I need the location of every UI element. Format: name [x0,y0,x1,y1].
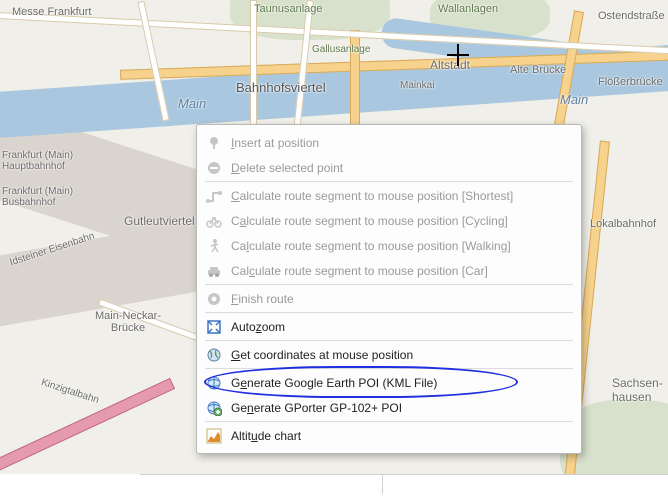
menu-item-autozoom[interactable]: Autozoom [197,314,581,339]
menu-item-label: Autozoom [231,320,571,334]
menu-item-label: Calculate route segment to mouse positio… [231,189,571,203]
globe-blue-icon [205,374,223,392]
map-label: Bahnhofsviertel [236,80,326,95]
map-label: Ostendstraße [598,10,665,22]
globe-icon [205,346,223,364]
menu-separator [205,340,573,341]
menu-item-altitude[interactable]: Altitude chart [197,423,581,448]
menu-item-label: Altitude chart [231,429,571,443]
menu-item-label: Generate Google Earth POI (KML File) [231,376,571,390]
map-label: Altstadt [430,58,470,72]
bike-icon [205,212,223,230]
map-label: Frankfurt (Main) Busbahnhof [2,186,82,208]
status-area [0,474,668,502]
menu-item-label: Calculate route segment to mouse positio… [231,214,571,228]
map-label: Sachsen-hausen [612,376,668,404]
map-label: Gutleutviertel [124,214,195,228]
menu-item-label: Delete selected point [231,161,571,175]
map-label: Main [178,96,206,111]
menu-item-gporter[interactable]: Generate GPorter GP-102+ POI [197,395,581,420]
chart-icon [205,427,223,445]
map-label: Mainkai [400,80,434,91]
menu-item-get-coords[interactable]: Get coordinates at mouse position [197,342,581,367]
menu-separator [205,181,573,182]
menu-item-kml[interactable]: Generate Google Earth POI (KML File) [197,370,581,395]
map-label: Wallanlagen [438,3,498,15]
menu-item-label: Calculate route segment to mouse positio… [231,239,571,253]
map-label: Messe Frankfurt [12,6,91,18]
map-label: Alte Brücke [510,64,566,76]
map-context-menu: Insert at position Delete selected point C… [196,124,582,454]
globe-green-icon [205,399,223,417]
pin-icon [205,134,223,152]
menu-item-delete: Delete selected point [197,155,581,180]
menu-item-label: Generate GPorter GP-102+ POI [231,401,571,415]
menu-separator [205,368,573,369]
menu-item-label: Calculate route segment to mouse positio… [231,264,571,278]
menu-separator [205,284,573,285]
map-label: Frankfurt (Main) Hauptbahnhof [2,150,82,172]
route-short-icon [205,187,223,205]
menu-separator [205,312,573,313]
map-label: Flößerbrücke [598,76,663,88]
menu-item-label: Finish route [231,292,571,306]
map-label: Main [560,92,588,107]
map-label: Gallusanlage [312,44,370,55]
menu-item-insert: Insert at position [197,130,581,155]
car-icon [205,262,223,280]
autozoom-icon [205,318,223,336]
menu-separator [205,421,573,422]
menu-item-route-cycling: Calculate route segment to mouse positio… [197,208,581,233]
menu-item-route-walking: Calculate route segment to mouse positio… [197,233,581,258]
menu-item-route-shortest: Calculate route segment to mouse positio… [197,183,581,208]
map-label: Taunusanlage [254,3,323,15]
map-label: Lokalbahnhof [590,218,656,230]
menu-item-finish: Finish route [197,286,581,311]
minus-icon [205,159,223,177]
flag-icon [205,290,223,308]
map-label: Main-Neckar-Brücke [88,310,168,334]
menu-item-route-car: Calculate route segment to mouse positio… [197,258,581,283]
menu-item-label: Insert at position [231,136,571,150]
menu-item-label: Get coordinates at mouse position [231,348,571,362]
walk-icon [205,237,223,255]
